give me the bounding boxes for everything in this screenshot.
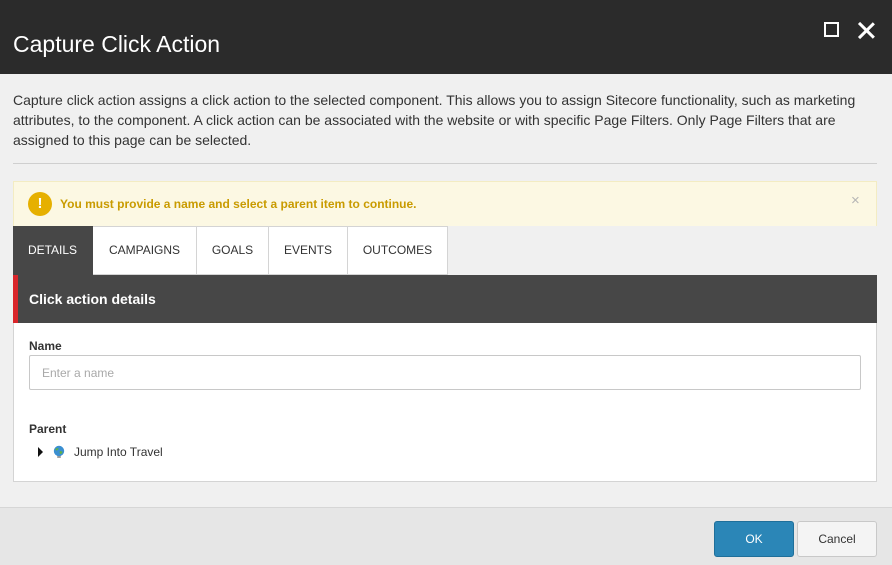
close-icon[interactable]	[856, 20, 876, 40]
parent-label: Parent	[29, 422, 67, 436]
tree-item-label: Jump Into Travel	[74, 445, 163, 459]
tab-events[interactable]: EVENTS	[269, 226, 348, 275]
alert-close-icon[interactable]: ×	[851, 192, 860, 209]
ok-button[interactable]: OK	[714, 521, 794, 557]
divider	[13, 163, 877, 164]
tree-item-jump-into-travel[interactable]: Jump Into Travel	[38, 444, 163, 460]
panel-header: Click action details	[13, 275, 877, 323]
expand-arrow-icon[interactable]	[38, 447, 43, 457]
globe-icon	[53, 445, 65, 458]
tab-outcomes[interactable]: OUTCOMES	[348, 226, 448, 275]
dialog-footer: OK Cancel	[0, 507, 892, 565]
tab-goals[interactable]: GOALS	[197, 226, 269, 275]
tab-bar: DETAILS CAMPAIGNS GOALS EVENTS OUTCOMES	[13, 226, 448, 275]
dialog-title: Capture Click Action	[13, 31, 221, 57]
maximize-icon	[824, 22, 839, 37]
tab-details[interactable]: DETAILS	[13, 226, 93, 275]
dialog-description: Capture click action assigns a click act…	[13, 92, 856, 148]
cancel-button[interactable]: Cancel	[797, 521, 877, 557]
validation-alert: ! You must provide a name and select a p…	[13, 181, 877, 226]
maximize-button[interactable]	[822, 20, 842, 40]
name-label: Name	[29, 339, 62, 353]
dialog-titlebar: Capture Click Action	[0, 0, 892, 74]
tab-campaigns[interactable]: CAMPAIGNS	[93, 226, 197, 275]
alert-message: You must provide a name and select a par…	[60, 197, 417, 211]
name-input[interactable]	[29, 355, 861, 390]
warning-icon: !	[28, 192, 52, 216]
details-panel: Click action details Name Parent Jump In…	[13, 275, 877, 482]
panel-header-title: Click action details	[29, 291, 156, 307]
